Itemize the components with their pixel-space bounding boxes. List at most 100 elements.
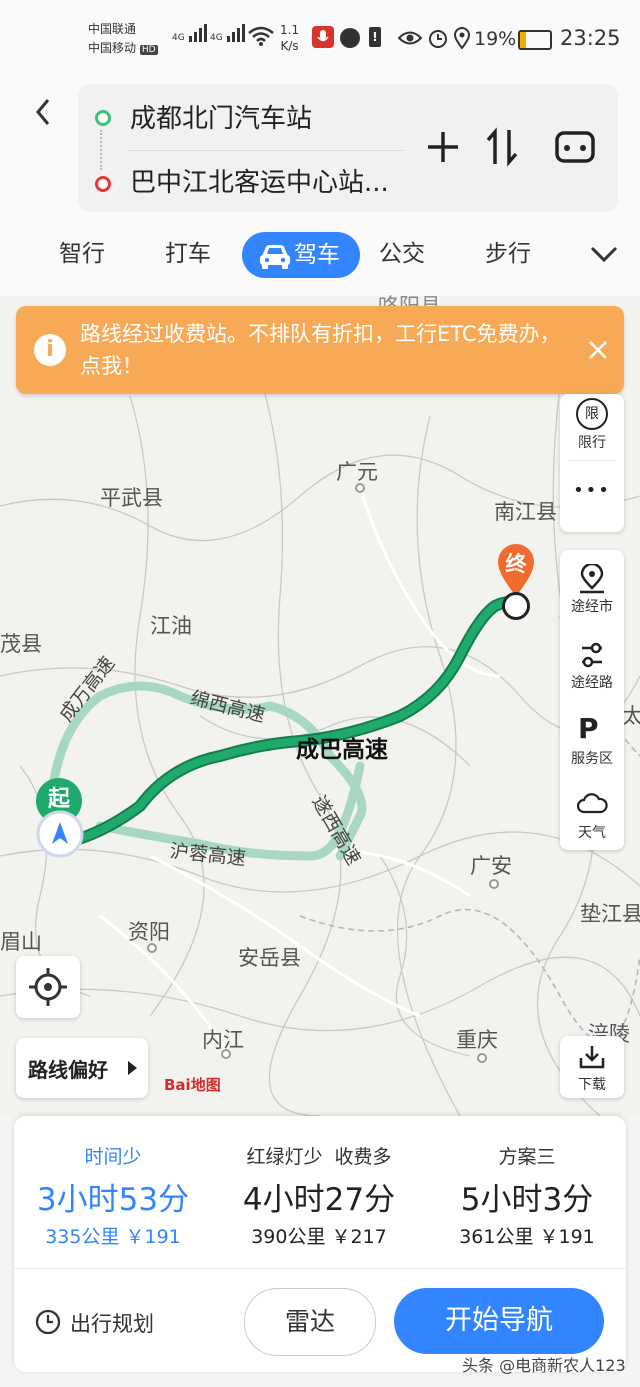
signal-1-icon: 4G [172,24,207,43]
weather-icon [576,792,608,820]
car-front-icon [555,131,595,163]
map-view[interactable] [0,296,640,1116]
eye-icon [397,30,423,50]
clock-icon [35,1309,61,1335]
option-label: 方案三 [498,1146,556,1168]
banner-text: 路线经过收费站。不排队有折扣，工行ETC免费办，点我！ [80,322,561,378]
tab-drive[interactable]: 驾车 [242,232,360,278]
tab-walk[interactable]: 步行 [470,230,546,278]
net-speed-unit: K/s [280,39,299,53]
map-label-neijiang: 内江 [202,1028,244,1052]
tab-bus[interactable]: 公交 [364,230,440,278]
route-option-2[interactable]: 红绿灯少 收费多 4小时27分 390公里 ￥217 [224,1130,414,1258]
trip-plan-button[interactable]: 出行规划 [34,1304,174,1338]
option-label: 红绿灯少 收费多 [246,1146,392,1168]
trip-plan-label: 出行规划 [70,1312,154,1336]
option-time: 3小时53分 [36,1182,190,1218]
option-label: 时间少 [84,1146,142,1168]
back-button[interactable] [28,92,60,132]
info-icon: i [34,334,66,366]
option-distance-toll: 390公里 ￥217 [251,1226,387,1248]
map-label-dianjiang: 垫江县 [580,902,640,926]
wifi-icon [248,26,274,50]
chevron-left-icon [36,99,50,125]
route-preference-button[interactable]: 路线偏好 [16,1038,148,1098]
alert-icon: ! [369,27,381,47]
location-icon [453,27,471,53]
option-distance-toll: 361公里 ￥191 [459,1226,595,1248]
net-speed: 1.1 K/s [280,22,299,54]
start-location-field[interactable]: 成都北门汽车站 [130,98,312,135]
network-type-2: 4G [210,33,223,43]
divider [568,460,616,461]
route-connector [100,130,104,170]
navigation-arrow-icon [36,810,84,858]
plus-icon [428,132,458,162]
alarm-icon [428,27,448,53]
carrier-1: 中国联通 [88,22,137,36]
carrier-2: 中国移动 [88,41,137,55]
carrier-info: 中国联通 中国移动 HD [88,20,158,60]
traffic-limit-button[interactable]: 限行 [560,432,624,452]
end-marker[interactable]: 终 [494,540,538,598]
clock: 23:25 [560,26,621,50]
service-area-button[interactable]: 服务区 [560,748,624,768]
current-location-marker [34,808,86,860]
chevron-down-icon [590,246,618,263]
more-tabs-button[interactable] [588,242,620,270]
map-label-ziyang: 资阳 [128,920,170,944]
hd-badge: HD [139,45,158,55]
map-label-meishan: 眉山 [0,930,42,954]
battery-percent: 19% [474,28,517,50]
locate-icon [29,968,67,1006]
end-marker-label: 终 [505,552,527,576]
map-label-guangan: 广安 [470,854,512,878]
map-label-edge: 太 [622,704,640,728]
option-time: 4小时27分 [242,1182,396,1218]
route-option-1[interactable]: 时间少 3小时53分 335公里 ￥191 [18,1130,208,1258]
tab-drive-label: 驾车 [294,242,340,268]
option-time: 5小时3分 [460,1182,594,1218]
radar-button[interactable]: 雷达 [244,1288,376,1356]
tab-taxi[interactable]: 打车 [150,230,226,278]
map-label-pingwu: 平武县 [100,486,163,510]
car-settings-button[interactable] [554,130,596,168]
swap-icon [486,127,518,167]
map-label-maoxian: 茂县 [0,632,42,656]
end-dot-icon [95,176,111,192]
globe-icon [340,28,360,48]
car-icon [260,245,290,269]
route-preference-label: 路线偏好 [28,1058,108,1082]
end-location-field[interactable]: 巴中江北客运中心站... [130,162,389,199]
watermark: 头条 @电商新农人123 [462,1356,626,1375]
service-area-icon: P [578,712,599,745]
map-label-anyue: 安岳县 [238,946,301,970]
banner-close-button[interactable] [586,338,610,366]
download-button[interactable]: 下载 [560,1074,624,1094]
map-label-chengba: 成巴高速 [296,737,388,763]
weather-button[interactable]: 天气 [560,822,624,842]
map-label-nanjiang: 南江县 [494,500,557,524]
swap-button[interactable] [484,126,520,172]
more-options-button[interactable]: ••• [560,480,624,501]
via-road-icon [578,640,606,674]
divider [128,150,404,151]
net-speed-value: 1.1 [280,23,300,37]
via-city-icon [578,562,606,598]
via-city-button[interactable]: 途经市 [560,596,624,616]
via-road-button[interactable]: 途经路 [560,672,624,692]
traffic-limit-icon[interactable]: 限 [576,398,608,430]
add-waypoint-button[interactable] [424,128,462,170]
locate-button[interactable] [16,956,80,1018]
network-type-1: 4G [172,33,185,43]
start-dot-icon [95,110,111,126]
map-label-jiangyou: 江油 [150,614,192,638]
signal-2-icon: 4G [210,24,245,43]
tab-smart[interactable]: 智行 [44,230,120,278]
route-option-3[interactable]: 方案三 5小时3分 361公里 ￥191 [432,1130,622,1258]
baidu-map-logo: Bai地图 [164,1076,221,1094]
start-navigation-button[interactable]: 开始导航 [394,1288,604,1354]
download-icon [578,1044,606,1074]
destination-point [502,592,530,620]
divider [14,1268,626,1269]
